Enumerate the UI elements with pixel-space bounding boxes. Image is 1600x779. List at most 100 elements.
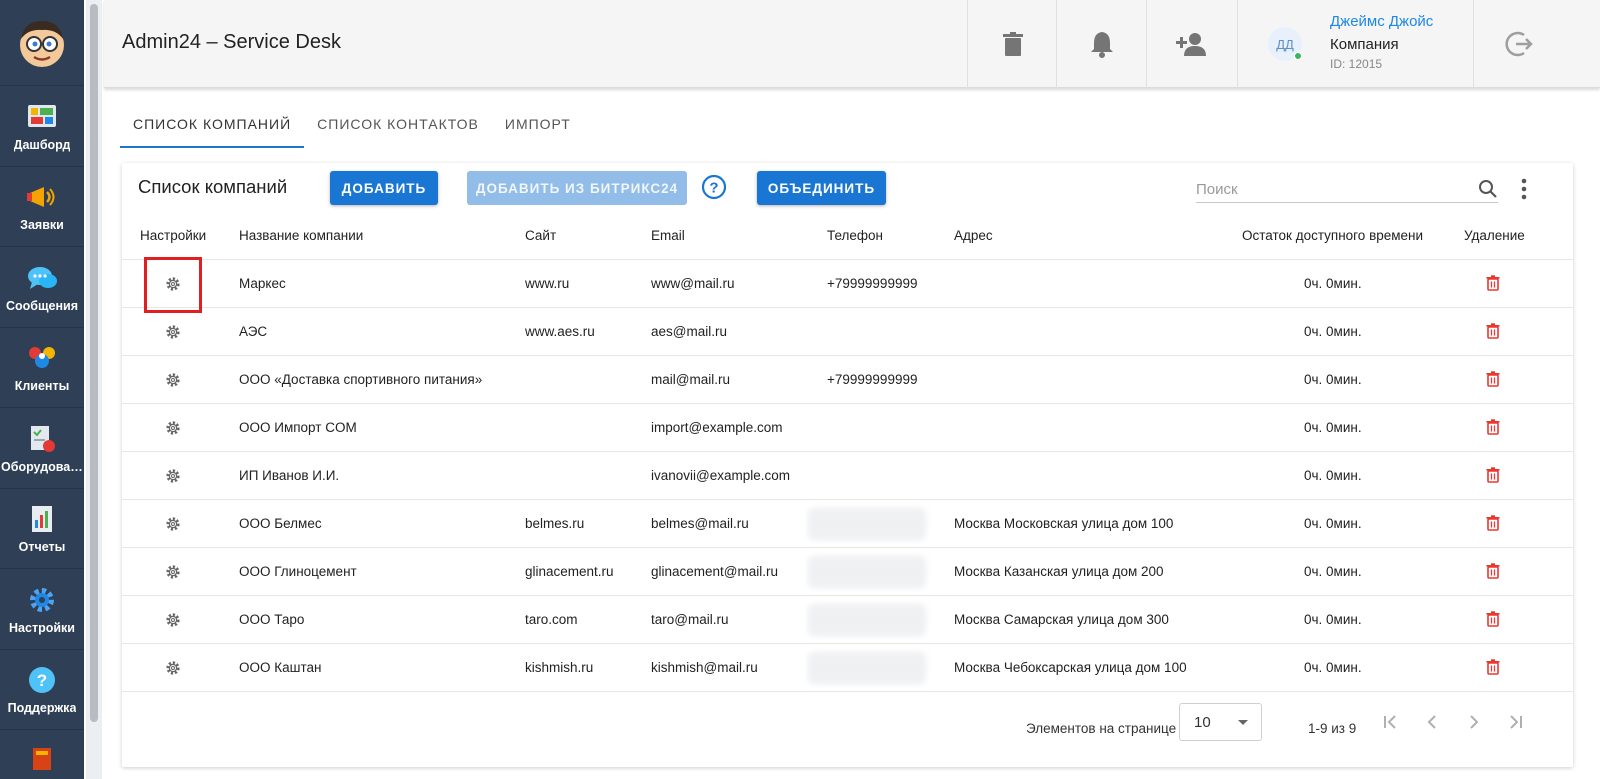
col-site[interactable]: Сайт	[525, 228, 556, 243]
sidebar-item-messages[interactable]: Сообщения	[0, 247, 84, 328]
first-page-icon[interactable]	[1380, 712, 1400, 732]
sidebar-item-label: Оборудован...	[1, 459, 83, 474]
gear-icon[interactable]	[165, 660, 181, 676]
delete-icon[interactable]	[1486, 419, 1500, 435]
gear-icon[interactable]	[165, 324, 181, 340]
delete-icon[interactable]	[1486, 611, 1500, 627]
delete-icon[interactable]	[1486, 371, 1500, 387]
company-site: www.aes.ru	[525, 324, 595, 339]
tab-companies-list[interactable]: СПИСОК КОМПАНИЙ	[120, 108, 305, 148]
merge-button[interactable]: ОБЪЕДИНИТЬ	[757, 171, 886, 205]
app-logo[interactable]	[0, 0, 84, 86]
help-icon: ?	[25, 663, 59, 697]
table-row[interactable]: АЭС www.aes.ru aes@mail.ru 0ч. 0мин.	[122, 308, 1573, 356]
sidebar-item-label: Сообщения	[5, 298, 79, 313]
delete-icon[interactable]	[1486, 323, 1500, 339]
sidebar-item-equipment[interactable]: Оборудован...	[0, 408, 84, 489]
sidebar: Дашборд Заявки Сообщения Клиенты Оборудо…	[0, 0, 84, 779]
col-address[interactable]: Адрес	[954, 228, 993, 243]
company-email: taro@mail.ru	[651, 612, 729, 627]
delete-icon[interactable]	[1486, 563, 1500, 579]
col-settings: Настройки	[140, 228, 207, 243]
tab-bar: СПИСОК КОМПАНИЙ СПИСОК КОНТАКТОВ ИМПОРТ	[120, 108, 584, 148]
online-status-dot	[1294, 52, 1302, 60]
company-name[interactable]: ООО «Доставка спортивного питания»	[239, 372, 482, 387]
redacted-phone	[808, 556, 926, 588]
company-name[interactable]: ООО Белмес	[239, 516, 322, 531]
sidebar-item-reports[interactable]: Отчеты	[0, 489, 84, 569]
table-row[interactable]: ООО Импорт COM import@example.com 0ч. 0мин…	[122, 404, 1573, 452]
next-page-icon[interactable]	[1464, 712, 1484, 732]
equipment-icon	[25, 422, 59, 456]
sidebar-scrollbar-thumb[interactable]	[90, 4, 98, 722]
megaphone-icon	[25, 180, 59, 214]
last-page-icon[interactable]	[1506, 712, 1526, 732]
col-phone[interactable]: Телефон	[827, 228, 883, 243]
company-time-left: 0ч. 0мин.	[1304, 420, 1362, 435]
dropdown-caret-icon	[1238, 720, 1248, 725]
search-input[interactable]	[1196, 177, 1466, 201]
delete-icon[interactable]	[1486, 467, 1500, 483]
col-time-left[interactable]: Остаток доступного времени	[1242, 228, 1423, 243]
company-email: mail@mail.ru	[651, 372, 730, 387]
table-row[interactable]: ООО Глиноцемент glinacement.ru glinacement…	[122, 548, 1573, 596]
redacted-phone	[808, 604, 926, 636]
add-button[interactable]: ДОБАВИТЬ	[330, 171, 438, 205]
user-profile[interactable]: ДД Джеймс Джойс Компания ID: 12015	[1237, 0, 1474, 88]
company-site: taro.com	[525, 612, 578, 627]
user-name-link[interactable]: Джеймс Джойс	[1330, 13, 1433, 30]
company-address: Москва Казанская улица дом 200	[954, 564, 1164, 579]
gear-icon[interactable]	[165, 516, 181, 532]
delete-icon[interactable]	[1486, 659, 1500, 675]
search-icon[interactable]	[1478, 179, 1498, 199]
table-row[interactable]: ООО Белмес belmes.ru belmes@mail.ru Москва …	[122, 500, 1573, 548]
help-circle-icon[interactable]: ?	[701, 174, 727, 200]
table-row[interactable]: ООО Таро taro.com taro@mail.ru Москва Самар…	[122, 596, 1573, 644]
table-row[interactable]: ИП Иванов И.И. ivanovii@example.com 0ч. 0м…	[122, 452, 1573, 500]
gear-icon[interactable]	[165, 420, 181, 436]
company-email: www@mail.ru	[651, 276, 735, 291]
more-vertical-icon[interactable]	[1518, 177, 1530, 201]
company-email: ivanovii@example.com	[651, 468, 791, 483]
trash-button[interactable]	[967, 0, 1057, 88]
company-name[interactable]: ООО Таро	[239, 612, 304, 627]
gear-icon[interactable]	[165, 468, 181, 484]
tab-contacts-list[interactable]: СПИСОК КОНТАКТОВ	[304, 108, 492, 148]
clients-icon	[25, 341, 59, 375]
table-row[interactable]: Маркес www.ru www@mail.ru +79999999999 0ч. 0…	[122, 260, 1573, 308]
col-email[interactable]: Email	[651, 228, 685, 243]
delete-icon[interactable]	[1486, 515, 1500, 531]
company-time-left: 0ч. 0мин.	[1304, 372, 1362, 387]
company-name[interactable]: Маркес	[239, 276, 286, 291]
sidebar-item-requests[interactable]: Заявки	[0, 167, 84, 247]
company-name[interactable]: ИП Иванов И.И.	[239, 468, 339, 483]
company-email: kishmish@mail.ru	[651, 660, 758, 675]
sidebar-item-more[interactable]	[0, 730, 84, 779]
pagination-bar: Элементов на странице 10 1-9 из 9	[122, 703, 1573, 753]
table-row[interactable]: ООО «Доставка спортивного питания» mail@m…	[122, 356, 1573, 404]
delete-icon[interactable]	[1486, 275, 1500, 291]
per-page-select[interactable]: 10	[1179, 703, 1262, 741]
col-name[interactable]: Название компании	[239, 228, 363, 243]
logout-button[interactable]	[1474, 0, 1564, 88]
company-name[interactable]: АЭС	[239, 324, 267, 339]
sidebar-item-dashboard[interactable]: Дашборд	[0, 86, 84, 167]
tab-import[interactable]: ИМПОРТ	[492, 108, 584, 148]
card-title: Список компаний	[138, 176, 288, 197]
table-row[interactable]: ООО Каштан kishmish.ru kishmish@mail.ru Мос…	[122, 644, 1573, 692]
add-from-bitrix-button[interactable]: ДОБАВИТЬ ИЗ БИТРИКС24	[467, 171, 687, 205]
sidebar-item-support[interactable]: ? Поддержка	[0, 650, 84, 730]
sidebar-item-clients[interactable]: Клиенты	[0, 328, 84, 408]
sidebar-item-settings[interactable]: Настройки	[0, 569, 84, 650]
gear-icon[interactable]	[165, 612, 181, 628]
sidebar-item-label: Заявки	[20, 218, 64, 233]
company-name[interactable]: ООО Каштан	[239, 660, 321, 675]
search-field[interactable]	[1196, 177, 1498, 203]
gear-icon[interactable]	[165, 372, 181, 388]
notifications-button[interactable]	[1056, 0, 1146, 88]
company-name[interactable]: ООО Импорт COM	[239, 420, 357, 435]
add-user-button[interactable]	[1146, 0, 1236, 88]
company-name[interactable]: ООО Глиноцемент	[239, 564, 357, 579]
prev-page-icon[interactable]	[1422, 712, 1442, 732]
gear-icon[interactable]	[165, 564, 181, 580]
